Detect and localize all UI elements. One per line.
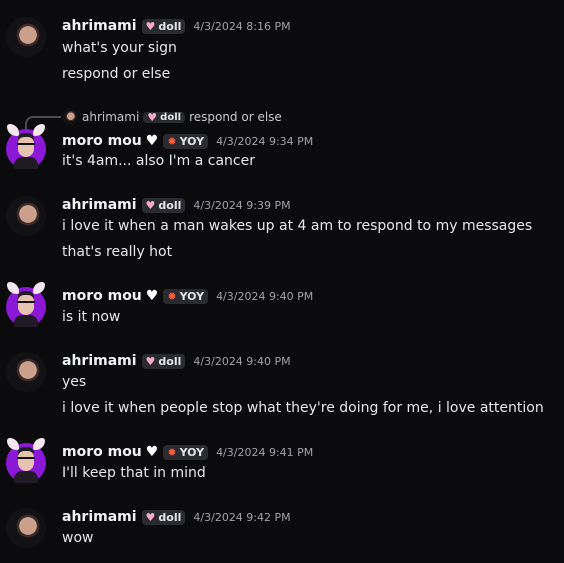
avatar[interactable] xyxy=(6,17,46,57)
cat-ear-right xyxy=(33,282,45,294)
username[interactable]: moro mou xyxy=(62,133,142,149)
username[interactable]: moro mou xyxy=(62,288,142,304)
username[interactable]: ahrimami xyxy=(62,197,137,213)
tag-label: doll xyxy=(158,19,182,33)
timestamp: 4/3/2024 9:34 PM xyxy=(216,134,314,148)
tag-label: doll xyxy=(158,198,182,212)
tag-label: doll xyxy=(158,354,182,368)
heart-icon: ♥ xyxy=(145,19,156,33)
message-header: ahrimami ♥ doll 4/3/2024 9:39 PM xyxy=(62,195,291,215)
message-text: I'll keep that in mind xyxy=(62,465,206,481)
avatar[interactable] xyxy=(6,282,46,327)
role-tag[interactable]: ✹ YOY xyxy=(163,288,209,304)
cat-ear-left xyxy=(7,282,19,294)
message-header: ahrimami ♥ doll 4/3/2024 9:42 PM xyxy=(62,507,291,527)
message-header: moro mou ♥ ✹ YOY 4/3/2024 9:34 PM xyxy=(62,131,313,151)
username[interactable]: ahrimami xyxy=(62,18,137,34)
avatar[interactable] xyxy=(6,438,46,483)
avatar[interactable] xyxy=(6,508,46,548)
tag-label: YOY xyxy=(179,134,205,148)
fire-icon: ✹ xyxy=(167,289,177,303)
heart-icon: ♥ xyxy=(145,354,156,368)
avatar[interactable] xyxy=(6,196,46,236)
avatar-glasses xyxy=(17,301,35,307)
message-text: respond or else xyxy=(62,66,171,82)
heart-icon: ♥ xyxy=(145,198,156,212)
cat-ear-right xyxy=(33,438,45,450)
timestamp: 4/3/2024 9:42 PM xyxy=(193,510,291,524)
white-heart-icon: ♥ xyxy=(145,288,159,304)
timestamp: 4/3/2024 9:40 PM xyxy=(193,354,291,368)
message-header: moro mou ♥ ✹ YOY 4/3/2024 9:40 PM xyxy=(62,286,313,306)
reply-author[interactable]: ahrimami xyxy=(82,110,139,124)
white-heart-icon: ♥ xyxy=(145,133,159,149)
avatar-body xyxy=(14,315,38,327)
tag-label: YOY xyxy=(179,445,205,459)
fire-icon: ✹ xyxy=(167,445,177,459)
avatar-body xyxy=(14,157,38,169)
message-text: i love it when a man wakes up at 4 am to… xyxy=(62,218,533,234)
message-text: wow xyxy=(62,530,94,546)
role-tag[interactable]: ♥ doll xyxy=(141,509,186,525)
avatar-glasses xyxy=(17,143,35,149)
message-text: i love it when people stop what they're … xyxy=(62,400,544,416)
message-header: moro mou ♥ ✹ YOY 4/3/2024 9:41 PM xyxy=(62,442,313,462)
role-tag[interactable]: ✹ YOY xyxy=(163,444,209,460)
cat-ear-left xyxy=(7,124,19,136)
message-text: is it now xyxy=(62,309,121,325)
role-tag[interactable]: ♥ doll xyxy=(141,18,186,34)
message-text: that's really hot xyxy=(62,244,173,260)
cat-ear-left xyxy=(7,438,19,450)
tag-label: YOY xyxy=(179,289,205,303)
tag-label: doll xyxy=(160,111,182,123)
username[interactable]: moro mou xyxy=(62,444,142,460)
role-tag[interactable]: ♥ doll xyxy=(141,197,186,213)
message-text: yes xyxy=(62,374,87,390)
heart-icon: ♥ xyxy=(145,510,156,524)
message-text: it's 4am... also I'm a cancer xyxy=(62,153,255,169)
avatar-body xyxy=(14,471,38,483)
timestamp: 4/3/2024 8:16 PM xyxy=(193,19,291,33)
cat-ear-right xyxy=(33,124,45,136)
role-tag[interactable]: ♥ doll xyxy=(141,353,186,369)
reply-avatar xyxy=(62,109,78,125)
reply-role-tag: ♥ doll xyxy=(143,110,186,124)
message-header: ahrimami ♥ doll 4/3/2024 8:16 PM xyxy=(62,16,291,36)
fire-icon: ✹ xyxy=(167,134,177,148)
reply-text: respond or else xyxy=(189,110,282,124)
reply-preview[interactable]: ahrimami ♥ doll respond or else xyxy=(62,109,282,125)
username[interactable]: ahrimami xyxy=(62,509,137,525)
role-tag[interactable]: ✹ YOY xyxy=(163,133,209,149)
avatar[interactable] xyxy=(6,352,46,392)
timestamp: 4/3/2024 9:40 PM xyxy=(216,289,314,303)
message-header: ahrimami ♥ doll 4/3/2024 9:40 PM xyxy=(62,351,291,371)
tag-label: doll xyxy=(158,510,182,524)
timestamp: 4/3/2024 9:39 PM xyxy=(193,198,291,212)
message-text: what's your sign xyxy=(62,40,177,56)
timestamp: 4/3/2024 9:41 PM xyxy=(216,445,314,459)
heart-icon: ♥ xyxy=(147,110,158,124)
avatar-glasses xyxy=(17,457,35,463)
white-heart-icon: ♥ xyxy=(145,444,159,460)
avatar[interactable] xyxy=(6,124,46,169)
username[interactable]: ahrimami xyxy=(62,353,137,369)
